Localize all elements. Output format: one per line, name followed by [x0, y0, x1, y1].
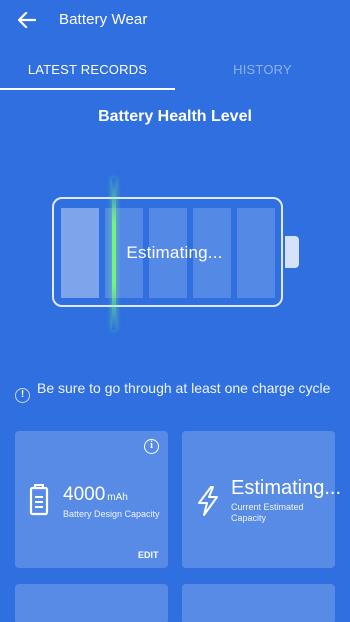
capacity-number: 4000: [63, 484, 106, 505]
edit-button[interactable]: EDIT: [138, 550, 159, 560]
back-button[interactable]: [16, 9, 38, 31]
battery-icon: [29, 484, 49, 516]
app-bar: Battery Wear: [0, 0, 350, 40]
tab-bar: LATEST RECORDS HISTORY: [0, 48, 350, 90]
design-capacity-value: 4000 mAh: [63, 484, 128, 506]
tab-latest-records[interactable]: LATEST RECORDS: [0, 48, 175, 90]
info-icon[interactable]: i: [144, 439, 159, 454]
tab-indicator: [0, 88, 175, 90]
design-capacity-label: Battery Design Capacity: [63, 509, 160, 519]
stat-card: [182, 584, 335, 622]
page-title: Battery Wear: [59, 11, 148, 28]
lightning-bolt-icon: [198, 486, 218, 516]
stat-card: [15, 584, 168, 622]
tab-history[interactable]: HISTORY: [175, 48, 350, 90]
health-status: Estimating...: [126, 243, 223, 262]
charge-cycle-notice: Be sure to go through at least one charg…: [37, 380, 331, 396]
capacity-unit: mAh: [107, 492, 128, 503]
estimated-capacity-label: Current Estimated Capacity: [231, 502, 304, 523]
health-title: Battery Health Level: [98, 108, 252, 125]
arrow-left-icon: [18, 12, 36, 28]
estimated-capacity-value: Estimating...: [231, 477, 342, 499]
exclamation-circle-icon: !: [15, 388, 30, 403]
